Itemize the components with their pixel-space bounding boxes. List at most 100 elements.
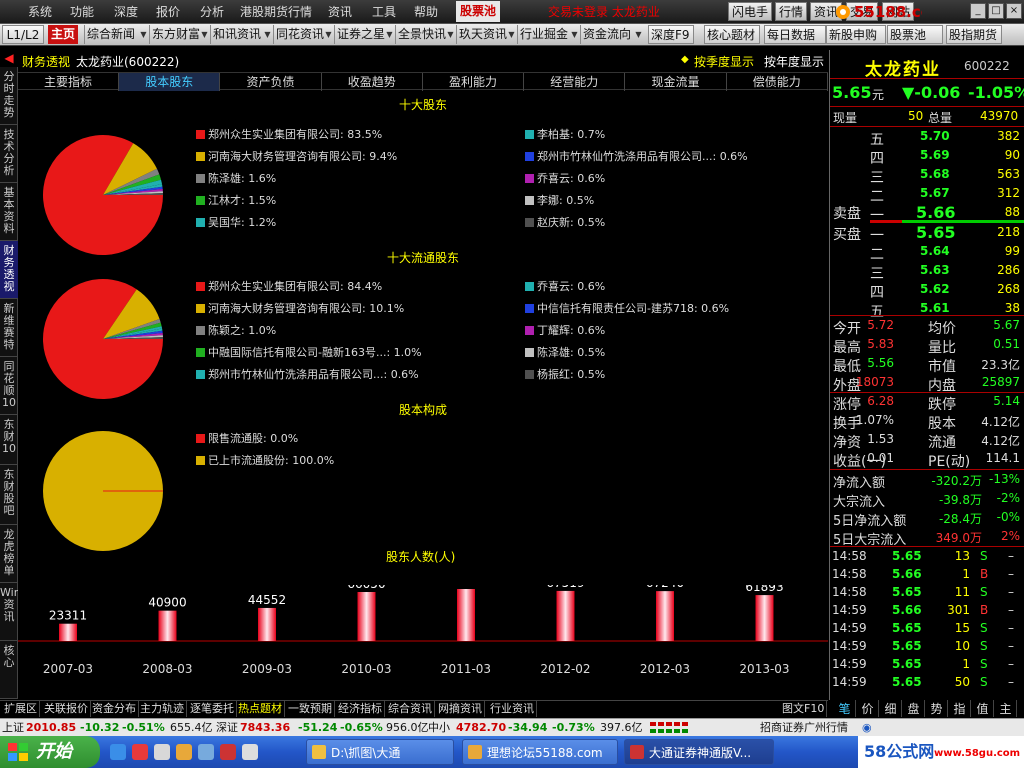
menu-system[interactable]: 系统 xyxy=(24,3,56,21)
flash-trade-button[interactable]: 闪电手 xyxy=(728,2,773,21)
subtab-7[interactable]: 偿债能力 xyxy=(727,73,828,91)
toolbar-item-news[interactable]: 综合新闻 xyxy=(84,25,146,44)
menu-quote[interactable]: 报价 xyxy=(152,3,184,21)
home-button[interactable]: 主页 xyxy=(48,25,78,44)
bottom-tab-6[interactable]: 一致预期 xyxy=(286,701,335,717)
subtab-5[interactable]: 经营能力 xyxy=(524,73,626,91)
tick-side: S xyxy=(980,549,988,563)
dropdown-arrow-icon[interactable]: ▼ xyxy=(634,25,643,44)
left-tab-2[interactable]: 基本资料 xyxy=(0,183,18,241)
yearly-toggle[interactable]: 按年度显示 xyxy=(764,53,824,70)
menu-tools[interactable]: 工具 xyxy=(368,3,400,21)
stock-pool-button[interactable]: 股票池 xyxy=(887,25,943,44)
quote-tab-5[interactable]: 指 xyxy=(949,700,971,717)
toolbar-item-capital-flow[interactable]: 资金流向 xyxy=(580,25,640,44)
index-futures-button[interactable]: 股指期货 xyxy=(946,25,1002,44)
dropdown-arrow-icon[interactable]: ▼ xyxy=(446,25,455,44)
dropdown-arrow-icon[interactable]: ▼ xyxy=(200,25,209,44)
bottom-tab-4[interactable]: 逐笔委托 xyxy=(188,701,237,717)
bottom-tab-8[interactable]: 综合资讯 xyxy=(386,701,435,717)
menu-info[interactable]: 资讯 xyxy=(324,3,356,21)
subtab-3[interactable]: 收盈趋势 xyxy=(322,73,423,91)
left-tab-9[interactable]: Wind资讯 xyxy=(0,583,18,641)
bottom-tab-7[interactable]: 经济指标 xyxy=(336,701,385,717)
legend-item: 乔喜云: 0.6% xyxy=(525,170,605,186)
bottom-tab-2[interactable]: 资金分布 xyxy=(90,701,139,717)
legend-label: 郑州市竹林仙竹洗涤用品有限公司...: 0.6% xyxy=(537,150,748,163)
dropdown-arrow-icon[interactable]: ▼ xyxy=(324,25,333,44)
book-price: 5.64 xyxy=(920,244,950,258)
tick-dash: – xyxy=(1008,549,1014,563)
dropdown-arrow-icon[interactable]: ▼ xyxy=(139,25,148,44)
left-tab-6[interactable]: 东财10 xyxy=(0,415,18,465)
collapse-arrow-icon[interactable]: ◀ xyxy=(0,50,18,66)
task-browser[interactable]: 理想论坛55188.com xyxy=(462,739,618,765)
menu-hk-futures[interactable]: 港股期货行情 xyxy=(236,3,316,21)
quicklaunch-app-icon[interactable] xyxy=(154,744,170,760)
quicklaunch-app-icon[interactable] xyxy=(198,744,214,760)
shareholder-bar-chart: 23311 2007-03 40900 2008-03 44552 2009-03 6605… xyxy=(18,585,828,676)
left-tab-3[interactable]: 财务透视 xyxy=(0,241,18,299)
task-stock-app[interactable]: 大通证券神通版V... xyxy=(624,739,774,765)
menu-analysis[interactable]: 分析 xyxy=(196,3,228,21)
ipo-button[interactable]: 新股申购 xyxy=(826,25,886,44)
bottom-tab-f10[interactable]: 图文F10 xyxy=(780,701,828,717)
quote-tab-7[interactable]: 主 xyxy=(995,700,1017,717)
menu-stock-pool[interactable]: 股票池 xyxy=(456,1,501,22)
quote-tab-4[interactable]: 势 xyxy=(926,700,948,717)
subtab-0[interactable]: 主要指标 xyxy=(18,73,119,91)
menu-depth[interactable]: 深度 xyxy=(110,3,142,21)
dropdown-arrow-icon[interactable]: ▼ xyxy=(570,25,579,44)
task-folder[interactable]: D:\抓图\大通 xyxy=(306,739,454,765)
ie-icon[interactable] xyxy=(110,744,126,760)
left-tab-1[interactable]: 技术分析 xyxy=(0,125,18,183)
left-tab-5[interactable]: 同花顺10 xyxy=(0,357,18,415)
maximize-icon[interactable]: □ xyxy=(988,3,1004,19)
level-button[interactable]: L1/L2 xyxy=(2,25,44,44)
market-button[interactable]: 行情 xyxy=(775,2,808,21)
quicklaunch-app-icon[interactable] xyxy=(220,744,236,760)
bottom-tab-5[interactable]: 热点题材 xyxy=(236,701,285,717)
quote-tab-6[interactable]: 值 xyxy=(972,700,994,717)
minimize-icon[interactable]: _ xyxy=(970,3,986,19)
bottom-tab-9[interactable]: 网摘资讯 xyxy=(436,701,485,717)
bottom-tab-0[interactable]: 扩展区 xyxy=(2,701,40,717)
subtab-1[interactable]: 股本股东 xyxy=(119,73,221,91)
stat-label: 量比 xyxy=(928,340,956,356)
menu-function[interactable]: 功能 xyxy=(66,3,98,21)
quote-tab-2[interactable]: 细 xyxy=(880,700,902,717)
task-label: 大通证券神通版V... xyxy=(649,746,752,760)
quarterly-toggle[interactable]: 按季度显示 xyxy=(694,53,754,70)
quicklaunch-app-icon[interactable] xyxy=(132,744,148,760)
left-tab-10[interactable]: 核心 xyxy=(0,641,18,699)
left-tab-7[interactable]: 东财股吧 xyxy=(0,465,18,525)
toolbar-item-industry[interactable]: 行业掘金 xyxy=(517,25,577,44)
stat-value: 6.28 xyxy=(867,394,894,408)
tick-price: 5.65 xyxy=(892,639,922,653)
close-icon[interactable]: × xyxy=(1006,3,1022,19)
subtab-6[interactable]: 现金流量 xyxy=(626,73,727,91)
bottom-tab-3[interactable]: 主力轨迹 xyxy=(138,701,187,717)
dropdown-arrow-icon[interactable]: ▼ xyxy=(507,25,516,44)
subtab-4[interactable]: 盈利能力 xyxy=(423,73,524,91)
quicklaunch-app-icon[interactable] xyxy=(242,744,258,760)
daily-data-button[interactable]: 每日数据 xyxy=(764,25,826,44)
quote-tab-1[interactable]: 价 xyxy=(857,700,879,717)
depth-f9-button[interactable]: 深度F9 xyxy=(648,25,694,44)
left-tab-8[interactable]: 龙虎榜单 xyxy=(0,525,18,583)
quicklaunch-app-icon[interactable] xyxy=(176,744,192,760)
left-tab-4[interactable]: 新维赛特 xyxy=(0,299,18,357)
left-tab-0[interactable]: 分时走势 xyxy=(0,67,18,125)
task-label: 理想论坛55188.com xyxy=(487,746,603,760)
quote-tab-3[interactable]: 盘 xyxy=(903,700,925,717)
bottom-tab-10[interactable]: 行业资讯 xyxy=(488,701,537,717)
start-button[interactable]: 开始 xyxy=(0,736,100,768)
legend-item: 李柏基: 0.7% xyxy=(525,126,605,142)
subtab-2[interactable]: 资产负债 xyxy=(221,73,322,91)
dropdown-arrow-icon[interactable]: ▼ xyxy=(263,25,272,44)
quote-tab-0[interactable]: 笔 xyxy=(834,700,856,717)
menu-help[interactable]: 帮助 xyxy=(410,3,442,21)
core-theme-button[interactable]: 核心题材 xyxy=(704,25,760,44)
bottom-tab-1[interactable]: 关联报价 xyxy=(42,701,91,717)
dropdown-arrow-icon[interactable]: ▼ xyxy=(385,25,394,44)
